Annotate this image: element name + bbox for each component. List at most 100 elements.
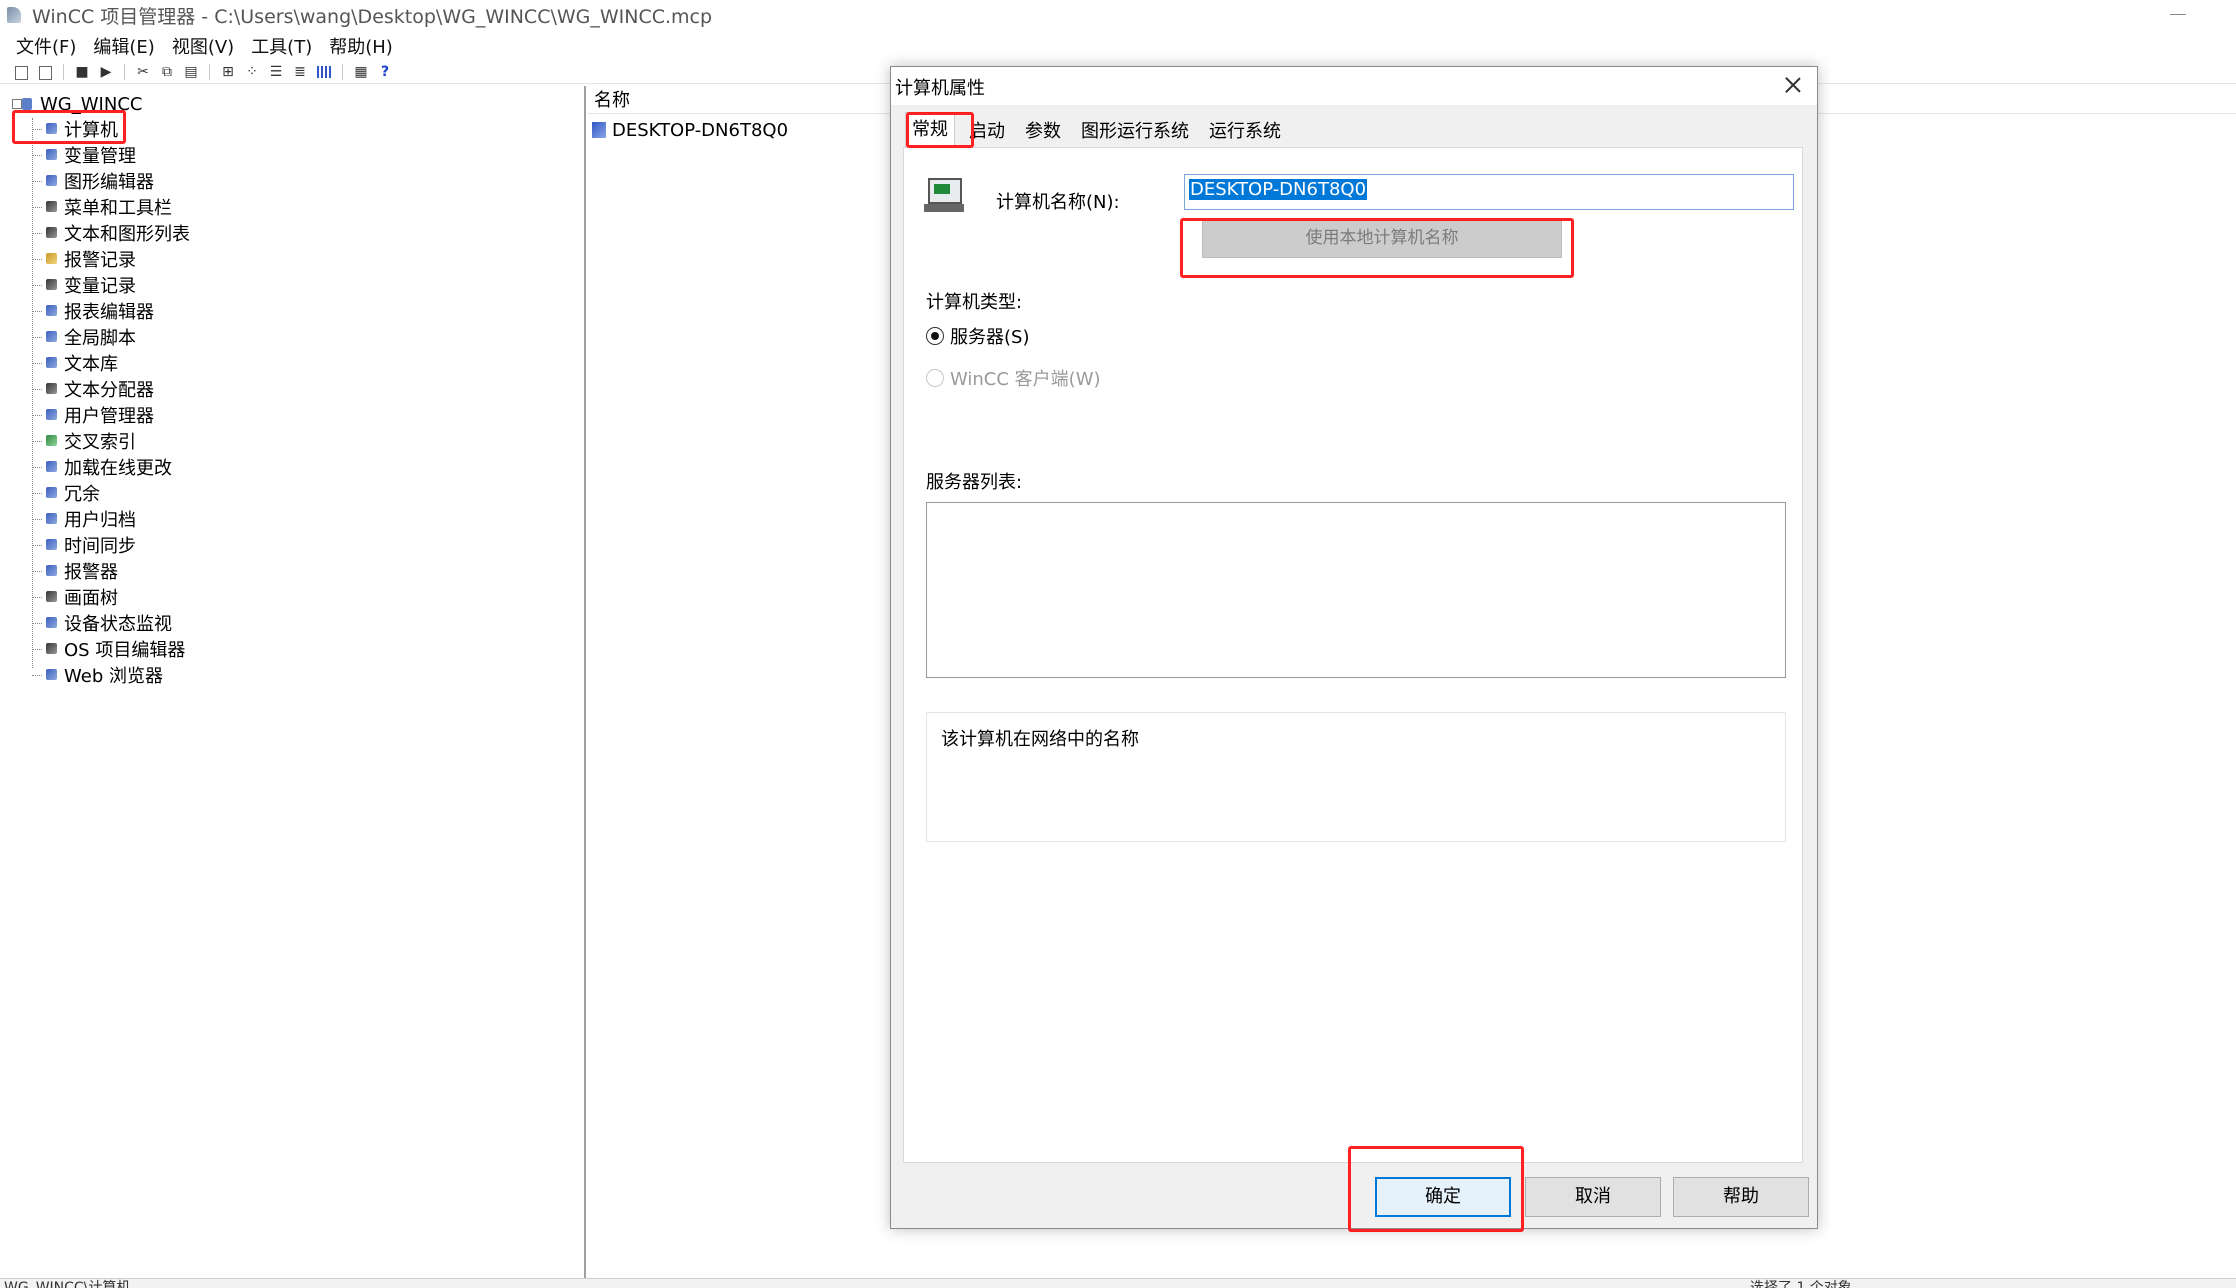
tab-runtime[interactable]: 运行系统 (1203, 115, 1287, 147)
tag-logging-icon (44, 277, 60, 293)
menu-view[interactable]: 视图(V) (172, 33, 234, 59)
paste-icon[interactable]: ▤ (182, 63, 200, 81)
tag-management-icon (44, 147, 60, 163)
minimize-icon[interactable] (2170, 6, 2186, 22)
cut-icon[interactable]: ✂ (134, 63, 152, 81)
menu-tools[interactable]: 工具(T) (251, 33, 312, 59)
redundancy-icon (44, 485, 60, 501)
menu-bar: 文件(F) 编辑(E) 视图(V) 工具(T) 帮助(H) (0, 32, 2236, 60)
tab-general[interactable]: 常规 (905, 112, 955, 147)
wincc-app-icon (4, 4, 26, 26)
user-administrator-icon (44, 407, 60, 423)
computer-icon (592, 122, 606, 138)
server-list-label: 服务器列表: (926, 472, 1023, 493)
computer-name-input[interactable]: DESKTOP-DN6T8Q0 (1184, 174, 1794, 210)
tree-item-alarm-logging[interactable]: 报警记录 (32, 246, 136, 272)
tree-item-user-administrator[interactable]: 用户管理器 (32, 402, 154, 428)
tree-item-tag-management[interactable]: 变量管理 (32, 142, 136, 168)
open-icon[interactable] (36, 63, 54, 81)
client-radio[interactable]: WinCC 客户端(W) (926, 366, 1101, 390)
tree-item-text-graphic-lists[interactable]: 文本和图形列表 (32, 220, 190, 246)
copy-icon[interactable]: ⧉ (158, 63, 176, 81)
radio-button[interactable] (926, 327, 944, 345)
tree-root[interactable]: WG_WINCC (8, 92, 142, 116)
server-radio[interactable]: 服务器(S) (926, 324, 1029, 348)
menu-file[interactable]: 文件(F) (16, 33, 76, 59)
small-icons-icon[interactable]: ⁘ (243, 63, 261, 81)
alarm-logging-icon (44, 251, 60, 267)
use-local-computer-name-button[interactable]: 使用本地计算机名称 (1202, 218, 1562, 258)
tree-item-load-online-changes[interactable]: 加载在线更改 (32, 454, 172, 480)
menus-toolbars-icon (44, 199, 60, 215)
toolbar-separator (209, 63, 210, 80)
text-graphic-lists-icon (44, 225, 60, 241)
menu-help[interactable]: 帮助(H) (329, 33, 393, 59)
computer-icon (44, 121, 60, 137)
list-item-computer[interactable]: DESKTOP-DN6T8Q0 (592, 118, 788, 142)
project-tree: WG_WINCC 计算机 变量管理 图形编辑器 菜单和工具栏 文本和图形列表 报… (0, 86, 586, 1278)
columns-view-icon[interactable] (315, 63, 333, 81)
tree-item-text-library[interactable]: 文本库 (32, 350, 118, 376)
tree-item-device-status[interactable]: 设备状态监视 (32, 610, 172, 636)
toolbar-separator (124, 63, 125, 80)
tree-item-label: 报警器 (64, 562, 118, 583)
horn-icon (44, 563, 60, 579)
tree-item-global-script[interactable]: 全局脚本 (32, 324, 136, 350)
tree-item-label: 报表编辑器 (64, 302, 154, 323)
list-item-label: DESKTOP-DN6T8Q0 (612, 119, 789, 141)
new-icon[interactable] (12, 63, 30, 81)
list-view-icon[interactable]: ☰ (267, 63, 285, 81)
properties-icon[interactable]: ▦ (352, 63, 370, 81)
user-archive-icon (44, 511, 60, 527)
computer-properties-dialog: 计算机属性 常规 启动 参数 图形运行系统 运行系统 计算机名称(N): DES… (890, 66, 1818, 1229)
tree-item-menus-toolbars[interactable]: 菜单和工具栏 (32, 194, 172, 220)
description-box: 该计算机在网络中的名称 (926, 712, 1786, 842)
details-view-icon[interactable]: ≣ (291, 63, 309, 81)
tree-item-time-sync[interactable]: 时间同步 (32, 532, 136, 558)
tab-startup[interactable]: 启动 (963, 115, 1011, 147)
radio-button[interactable] (926, 369, 944, 387)
ok-button[interactable]: 确定 (1375, 1177, 1511, 1217)
tree-item-redundancy[interactable]: 冗余 (32, 480, 100, 506)
dialog-title: 计算机属性 (895, 78, 985, 99)
tree-item-computer[interactable]: 计算机 (32, 116, 118, 142)
tree-item-label: 计算机 (64, 120, 118, 141)
tree-item-label: 文本和图形列表 (64, 224, 190, 245)
text-distributor-icon (44, 381, 60, 397)
computer-name-value: DESKTOP-DN6T8Q0 (1189, 179, 1368, 200)
help-button[interactable]: 帮助 (1673, 1177, 1809, 1217)
load-online-changes-icon (44, 459, 60, 475)
text-library-icon (44, 355, 60, 371)
run-icon[interactable]: ▶ (97, 63, 115, 81)
graphics-designer-icon (44, 173, 60, 189)
menu-edit[interactable]: 编辑(E) (93, 33, 154, 59)
toolbar-separator (342, 63, 343, 80)
computer-type-label: 计算机类型: (926, 292, 1023, 313)
window-titlebar: WinCC 项目管理器 - C:\Users\wang\Desktop\WG_W… (0, 0, 2236, 30)
server-list-box[interactable] (926, 502, 1786, 678)
close-icon[interactable] (1781, 73, 1805, 97)
tree-item-label: 用户管理器 (64, 406, 154, 427)
cross-reference-icon (44, 433, 60, 449)
status-bar: WG_WINCC\计算机 选择了 1 个对象 (0, 1278, 2236, 1288)
stop-icon[interactable]: ■ (73, 63, 91, 81)
tree-item-os-project-editor[interactable]: OS 项目编辑器 (32, 636, 185, 662)
help-icon[interactable]: ? (376, 63, 394, 81)
tab-graphics-runtime[interactable]: 图形运行系统 (1075, 115, 1195, 147)
picture-tree-icon (44, 589, 60, 605)
tree-item-picture-tree[interactable]: 画面树 (32, 584, 118, 610)
project-icon (8, 96, 36, 112)
large-icons-icon[interactable]: ⊞ (219, 63, 237, 81)
tree-item-graphics-designer[interactable]: 图形编辑器 (32, 168, 154, 194)
cancel-button[interactable]: 取消 (1525, 1177, 1661, 1217)
tree-item-tag-logging[interactable]: 变量记录 (32, 272, 136, 298)
tab-parameters[interactable]: 参数 (1019, 115, 1067, 147)
tree-item-cross-reference[interactable]: 交叉索引 (32, 428, 136, 454)
tree-item-text-distributor[interactable]: 文本分配器 (32, 376, 154, 402)
tree-item-web-navigator[interactable]: Web 浏览器 (32, 662, 163, 688)
tree-item-horn[interactable]: 报警器 (32, 558, 118, 584)
tree-item-user-archive[interactable]: 用户归档 (32, 506, 136, 532)
tree-item-report-designer[interactable]: 报表编辑器 (32, 298, 154, 324)
tree-item-label: 时间同步 (64, 536, 136, 557)
tree-item-label: OS 项目编辑器 (64, 640, 186, 661)
